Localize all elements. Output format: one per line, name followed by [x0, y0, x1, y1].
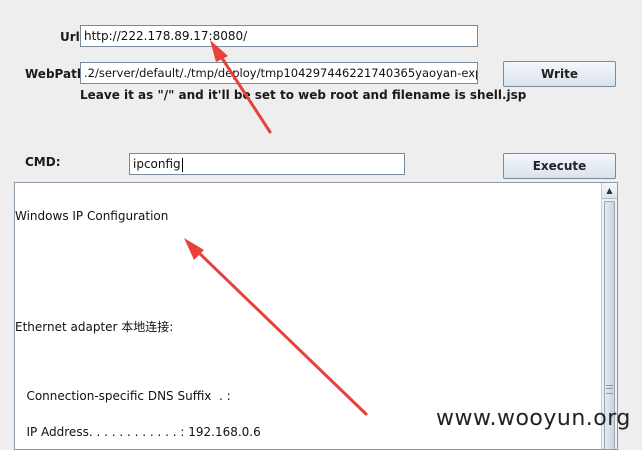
output-line: Windows IP Configuration [15, 209, 169, 223]
arrow-icon [210, 40, 272, 134]
url-input[interactable]: http://222.178.89.17:8080/ [80, 25, 478, 47]
text-caret [181, 157, 183, 172]
webpath-input[interactable]: .2/server/default/./tmp/deploy/tmp104297… [80, 62, 478, 84]
scrollbar-grip-icon [606, 385, 613, 394]
watermark: www.wooyun.org [436, 406, 631, 431]
cmd-label: CMD: [25, 155, 61, 169]
output-line: IP Address. . . . . . . . . . . . : 192.… [15, 425, 261, 439]
output-line: Ethernet adapter 本地连接: [15, 320, 174, 334]
output-line: Connection-specific DNS Suffix . : [15, 389, 231, 403]
cmd-input[interactable]: ipconfig [129, 153, 405, 175]
execute-button[interactable]: Execute [503, 153, 616, 179]
write-button[interactable]: Write [503, 61, 616, 87]
scroll-up-arrow-icon[interactable]: ▲ [602, 183, 617, 199]
webpath-hint: Leave it as "/" and it'll be set to web … [80, 88, 527, 102]
cmd-input-value: ipconfig [133, 157, 181, 171]
